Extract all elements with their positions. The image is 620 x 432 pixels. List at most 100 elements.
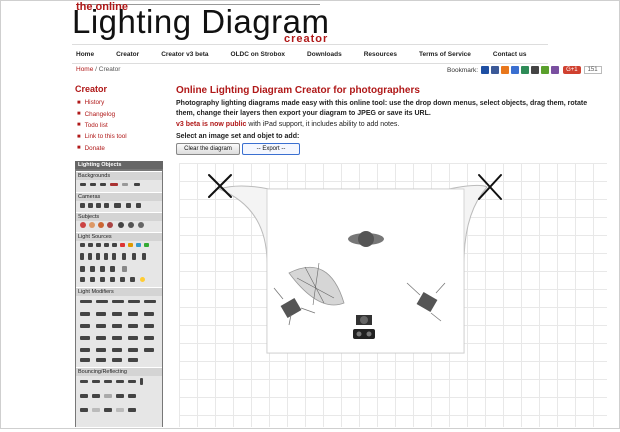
modifier-icon[interactable] bbox=[128, 324, 138, 328]
modifier-icon[interactable] bbox=[112, 358, 122, 362]
light-source-icon[interactable] bbox=[104, 253, 108, 260]
camera-icon[interactable] bbox=[80, 203, 85, 208]
light-source-icon[interactable] bbox=[90, 277, 95, 282]
nav-oldc-strobox[interactable]: OLDC on Strobox bbox=[231, 51, 286, 58]
nav-home[interactable]: Home bbox=[76, 51, 94, 58]
delicious-icon[interactable] bbox=[481, 66, 490, 74]
camera-icon[interactable] bbox=[96, 203, 101, 208]
background-icon[interactable] bbox=[100, 183, 106, 186]
reflector-icon[interactable] bbox=[92, 408, 100, 412]
camera-icon[interactable] bbox=[136, 203, 141, 208]
reddit-icon[interactable] bbox=[521, 66, 530, 74]
reflector-icon[interactable] bbox=[104, 380, 112, 383]
subject-icon[interactable] bbox=[128, 222, 134, 228]
light-source-icon[interactable] bbox=[96, 253, 100, 260]
modifier-icon[interactable] bbox=[144, 348, 154, 352]
modifier-icon[interactable] bbox=[112, 312, 122, 316]
section-header[interactable]: Cameras bbox=[76, 193, 162, 201]
modifier-icon[interactable] bbox=[80, 358, 90, 362]
background-icon[interactable] bbox=[90, 183, 96, 186]
reflector-icon[interactable] bbox=[116, 394, 124, 398]
twitter-icon[interactable] bbox=[531, 66, 540, 74]
modifier-icon[interactable] bbox=[96, 358, 106, 362]
light-source-icon[interactable] bbox=[144, 243, 149, 247]
modifier-icon[interactable] bbox=[96, 336, 106, 340]
background-icon[interactable] bbox=[110, 183, 118, 186]
facebook-icon[interactable] bbox=[511, 66, 520, 74]
sidebar-link-todo[interactable]: ■ Todo list bbox=[77, 120, 127, 131]
light-source-icon[interactable] bbox=[100, 277, 105, 282]
modifier-icon[interactable] bbox=[128, 358, 138, 362]
light-source-icon[interactable] bbox=[140, 277, 145, 282]
camera-icon[interactable] bbox=[114, 203, 121, 208]
light-source-icon[interactable] bbox=[128, 243, 133, 247]
nav-downloads[interactable]: Downloads bbox=[307, 51, 342, 58]
nav-terms[interactable]: Terms of Service bbox=[419, 51, 471, 58]
background-icon[interactable] bbox=[80, 183, 86, 186]
light-source-icon[interactable] bbox=[96, 243, 101, 247]
light-source-icon[interactable] bbox=[122, 253, 126, 260]
camera-icon[interactable] bbox=[126, 203, 131, 208]
subject-icon[interactable] bbox=[107, 222, 113, 228]
email-icon[interactable] bbox=[551, 66, 560, 74]
modifier-icon[interactable] bbox=[96, 348, 106, 352]
section-header[interactable]: Light Modifiers bbox=[76, 288, 162, 296]
light-source-icon[interactable] bbox=[80, 243, 85, 247]
section-header[interactable]: Subjects bbox=[76, 213, 162, 221]
light-source-icon[interactable] bbox=[80, 266, 85, 272]
diagram-canvas[interactable] bbox=[179, 163, 607, 427]
light-source-icon[interactable] bbox=[112, 253, 116, 260]
modifier-icon[interactable] bbox=[96, 324, 106, 328]
light-source-icon[interactable] bbox=[88, 253, 92, 260]
reflector-icon[interactable] bbox=[80, 408, 88, 412]
subject-icon[interactable] bbox=[80, 222, 86, 228]
modifier-icon[interactable] bbox=[80, 312, 90, 316]
background-icon[interactable] bbox=[122, 183, 128, 186]
modifier-icon[interactable] bbox=[80, 300, 92, 303]
modifier-icon[interactable] bbox=[112, 300, 124, 303]
light-source-icon[interactable] bbox=[110, 277, 115, 282]
sidebar-link-donate[interactable]: ■ Donate bbox=[77, 143, 127, 154]
background-stand-left[interactable] bbox=[208, 174, 232, 198]
modifier-icon[interactable] bbox=[96, 312, 106, 316]
section-header[interactable]: Light Sources bbox=[76, 233, 162, 241]
share-icon[interactable] bbox=[541, 66, 550, 74]
light-source-icon[interactable] bbox=[112, 243, 117, 247]
sidebar-link-share[interactable]: ■ Link to this tool bbox=[77, 131, 127, 142]
light-source-icon[interactable] bbox=[120, 277, 125, 282]
modifier-icon[interactable] bbox=[96, 300, 108, 303]
sidebar-link-changelog[interactable]: ■ Changelog bbox=[77, 108, 127, 119]
sidebar-link-history[interactable]: ■ History bbox=[77, 97, 127, 108]
modifier-icon[interactable] bbox=[112, 324, 122, 328]
modifier-icon[interactable] bbox=[80, 348, 90, 352]
reflector-icon[interactable] bbox=[116, 408, 124, 412]
section-header[interactable]: Backgrounds bbox=[76, 172, 162, 180]
light-source-icon[interactable] bbox=[90, 266, 95, 272]
subject-icon[interactable] bbox=[98, 222, 104, 228]
modifier-icon[interactable] bbox=[112, 336, 122, 340]
nav-resources[interactable]: Resources bbox=[364, 51, 397, 58]
reflector-icon[interactable] bbox=[116, 380, 124, 383]
light-source-icon[interactable] bbox=[100, 266, 105, 272]
light-source-icon[interactable] bbox=[136, 243, 141, 247]
modifier-icon[interactable] bbox=[128, 336, 138, 340]
nav-creator[interactable]: Creator bbox=[116, 51, 139, 58]
subject-icon[interactable] bbox=[118, 222, 124, 228]
modifier-icon[interactable] bbox=[128, 312, 138, 316]
export-select[interactable]: -- Export -- bbox=[242, 143, 300, 155]
clear-diagram-button[interactable]: Clear the diagram bbox=[176, 143, 240, 155]
reflector-icon[interactable] bbox=[92, 394, 100, 398]
reflector-icon[interactable] bbox=[140, 378, 143, 385]
reflector-icon[interactable] bbox=[80, 394, 88, 398]
reflector-icon[interactable] bbox=[104, 408, 112, 412]
stumbleupon-icon[interactable] bbox=[501, 66, 510, 74]
reflector-icon[interactable] bbox=[92, 380, 100, 383]
reflector-icon[interactable] bbox=[128, 394, 136, 398]
light-source-icon[interactable] bbox=[120, 243, 125, 247]
modifier-icon[interactable] bbox=[80, 324, 90, 328]
modifier-icon[interactable] bbox=[128, 348, 138, 352]
camera-icon[interactable] bbox=[104, 203, 109, 208]
light-source-icon[interactable] bbox=[142, 253, 146, 260]
subject-icon[interactable] bbox=[138, 222, 144, 228]
nav-contact[interactable]: Contact us bbox=[493, 51, 527, 58]
